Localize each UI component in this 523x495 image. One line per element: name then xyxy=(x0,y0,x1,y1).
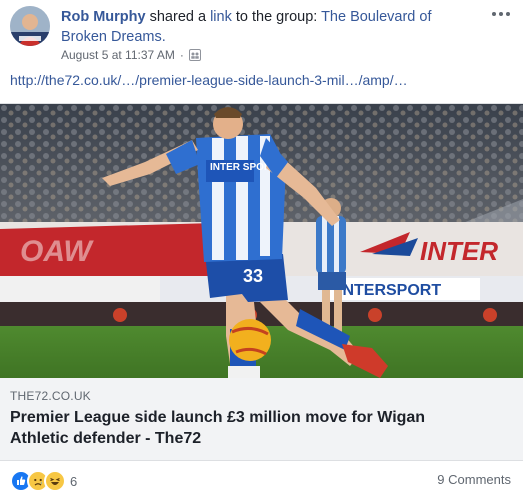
svg-text:INTERSPORT: INTERSPORT xyxy=(338,282,441,299)
author-avatar[interactable] xyxy=(10,6,50,46)
post-header-text: Rob Murphy shared a link to the group: T… xyxy=(61,7,461,47)
to-group-text: to the group: xyxy=(231,9,322,25)
shared-link-word[interactable]: link xyxy=(210,9,232,25)
post-timestamp[interactable]: August 5 at 11:37 AM xyxy=(61,48,175,62)
comments-count-link[interactable]: 9 Comments xyxy=(437,472,511,487)
svg-text:33: 33 xyxy=(243,266,263,286)
feed-post: Rob Murphy shared a link to the group: T… xyxy=(0,0,523,493)
shared-text: shared a xyxy=(145,9,211,25)
author-name-link[interactable]: Rob Murphy xyxy=(61,9,146,25)
preview-text-area: THE72.CO.UK Premier League side launch £… xyxy=(0,378,523,460)
shared-url-link[interactable]: http://the72.co.uk/…/premier-league-side… xyxy=(10,72,408,88)
svg-text:INTER: INTER xyxy=(420,236,498,266)
preview-headline[interactable]: Premier League side launch £3 million mo… xyxy=(10,407,480,449)
preview-image: OAW INTER INTERSPORT 33 INTER SPORT xyxy=(0,104,523,378)
more-options-icon[interactable] xyxy=(489,4,513,24)
link-preview-card[interactable]: OAW INTER INTERSPORT 33 INTER SPORT THE7… xyxy=(0,103,523,461)
meta-separator: · xyxy=(179,48,184,62)
avatar-image xyxy=(10,6,50,46)
preview-domain: THE72.CO.UK xyxy=(10,389,91,403)
group-icon xyxy=(188,49,201,61)
post-meta: August 5 at 11:37 AM · xyxy=(61,48,201,62)
reactions-summary[interactable]: 6 xyxy=(10,470,77,492)
reaction-count: 6 xyxy=(70,473,78,489)
svg-text:OAW: OAW xyxy=(20,235,94,268)
haha-icon xyxy=(44,470,66,492)
